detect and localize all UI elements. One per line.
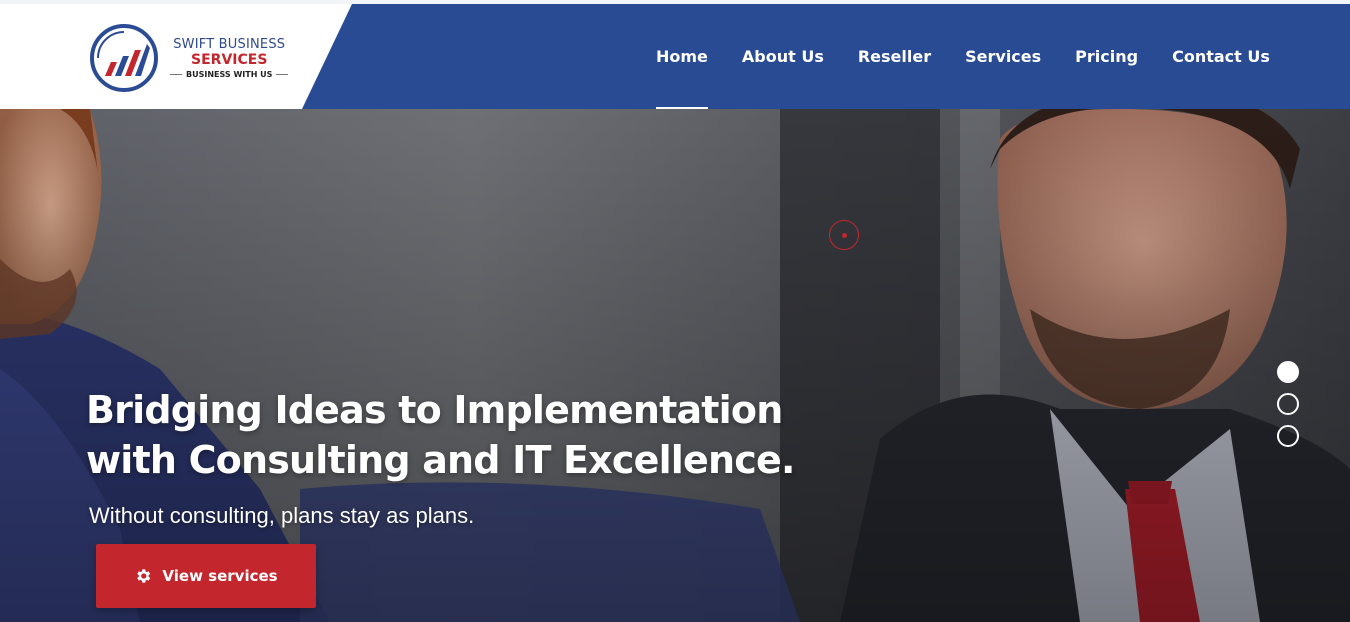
nav-pricing[interactable]: Pricing [1075,4,1138,109]
nav-contact-us[interactable]: Contact Us [1172,4,1270,109]
nav-home[interactable]: Home [656,4,708,109]
slider-dot-2[interactable] [1277,393,1299,415]
nav-reseller[interactable]: Reseller [858,4,931,109]
nav-about-us[interactable]: About Us [742,4,824,109]
view-services-button[interactable]: View services [96,544,316,608]
hero-headline: Bridging Ideas to Implementation with Co… [86,385,846,485]
view-services-label: View services [162,567,278,585]
site-logo[interactable]: SWIFT BUSINESS SERVICES BUSINESS WITH US [88,20,298,96]
logo-text: SWIFT BUSINESS SERVICES BUSINESS WITH US [166,38,292,79]
slider-dot-3[interactable] [1277,425,1299,447]
hero-headline-line-2: with Consulting and IT Excellence. [86,438,795,482]
hero-subtitle: Without consulting, plans stay as plans. [89,503,475,528]
logo-line-1: SWIFT BUSINESS [173,36,286,52]
slider-pagination [1277,361,1301,457]
nav-services[interactable]: Services [965,4,1041,109]
logo-chart-icon [90,24,158,92]
logo-tagline-text: BUSINESS WITH US [186,69,273,79]
gear-icon [137,569,151,583]
cursor-indicator [829,220,859,250]
main-nav: Home About Us Reseller Services Pricing … [640,4,1270,109]
slider-dot-1[interactable] [1277,361,1299,383]
logo-line-2: SERVICES [191,51,268,68]
hero-headline-line-1: Bridging Ideas to Implementation [86,388,783,432]
site-header: SWIFT BUSINESS SERVICES BUSINESS WITH US… [0,4,1350,109]
logo-tagline: BUSINESS WITH US [166,69,292,79]
page: SWIFT BUSINESS SERVICES BUSINESS WITH US… [0,0,1350,622]
hero-slider: Bridging Ideas to Implementation with Co… [0,109,1350,622]
